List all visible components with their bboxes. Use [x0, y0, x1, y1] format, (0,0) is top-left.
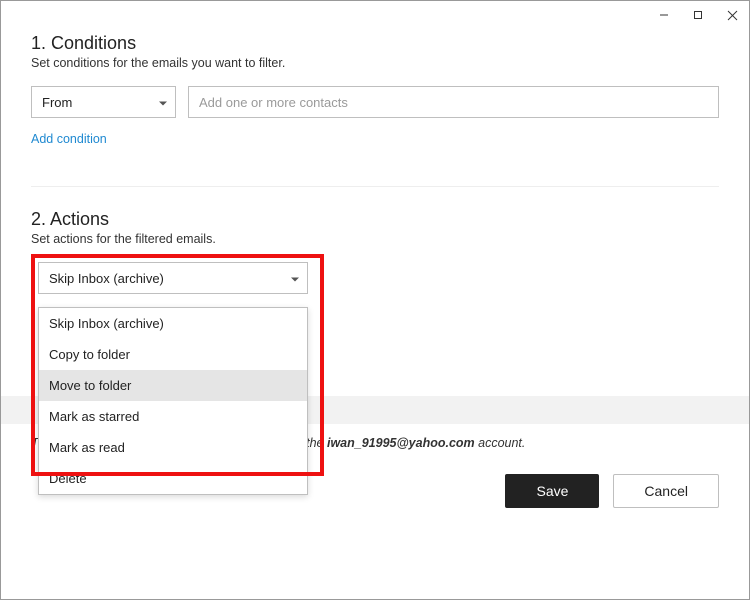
chevron-down-icon — [159, 95, 167, 110]
actions-subtext: Set actions for the filtered emails. — [31, 232, 719, 246]
action-select[interactable]: Skip Inbox (archive) — [38, 262, 308, 294]
action-dropdown: Skip Inbox (archive) Copy to folder Move… — [38, 307, 308, 495]
conditions-subtext: Set conditions for the emails you want t… — [31, 56, 719, 70]
action-select-value: Skip Inbox (archive) — [49, 271, 164, 286]
action-option-mark-read[interactable]: Mark as read — [39, 432, 307, 463]
section-divider — [31, 186, 719, 187]
condition-field-select[interactable]: From — [31, 86, 176, 118]
window-titlebar — [1, 1, 749, 29]
contacts-input[interactable] — [188, 86, 719, 118]
action-option-delete[interactable]: Delete — [39, 463, 307, 494]
chevron-down-icon — [291, 271, 299, 286]
action-option-skip-inbox[interactable]: Skip Inbox (archive) — [39, 308, 307, 339]
action-option-copy-folder[interactable]: Copy to folder — [39, 339, 307, 370]
close-button[interactable] — [715, 4, 749, 26]
account-email: iwan_91995@yahoo.com — [327, 436, 475, 450]
action-option-mark-starred[interactable]: Mark as starred — [39, 401, 307, 432]
action-option-move-folder[interactable]: Move to folder — [39, 370, 307, 401]
conditions-heading: 1. Conditions — [31, 33, 719, 54]
condition-field-value: From — [42, 95, 72, 110]
add-condition-link[interactable]: Add condition — [31, 132, 107, 146]
footer-note-suffix: account. — [475, 436, 526, 450]
actions-heading: 2. Actions — [31, 209, 719, 230]
cancel-button[interactable]: Cancel — [613, 474, 719, 508]
minimize-button[interactable] — [647, 4, 681, 26]
maximize-button[interactable] — [681, 4, 715, 26]
save-button[interactable]: Save — [505, 474, 599, 508]
